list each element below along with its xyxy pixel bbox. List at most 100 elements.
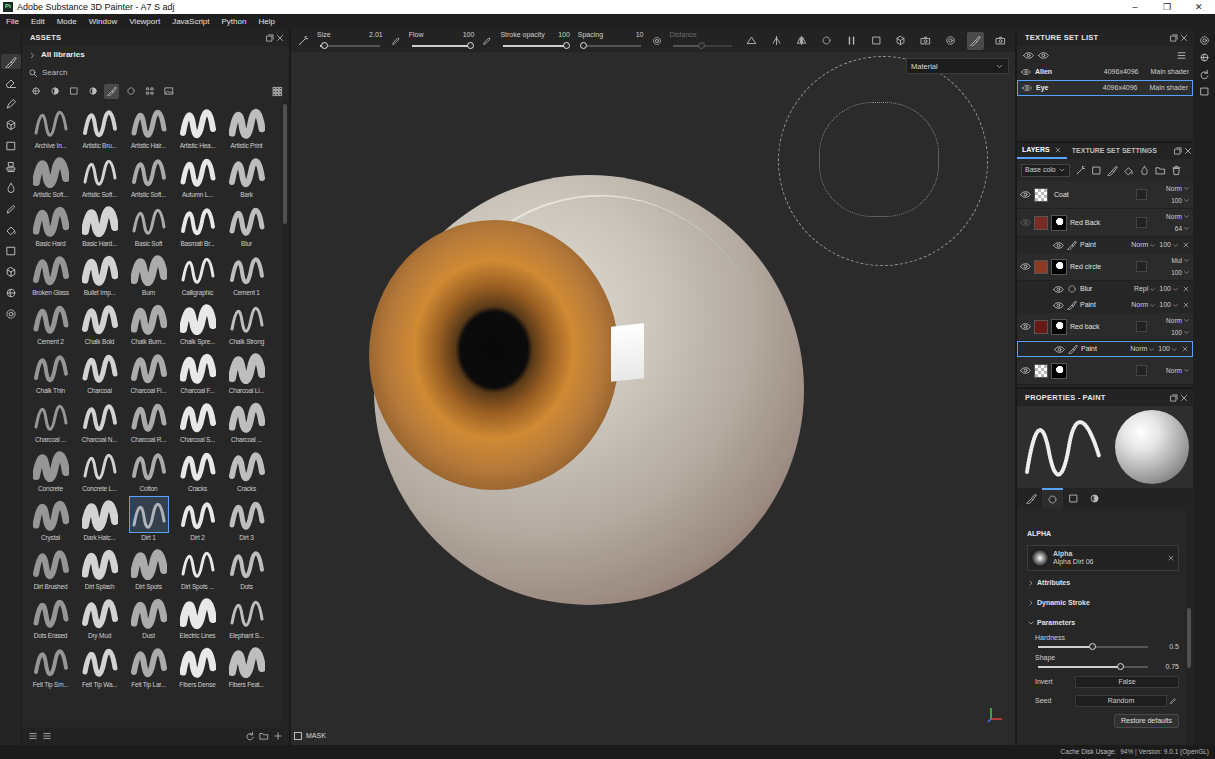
toggle-icon[interactable] (482, 36, 492, 46)
menu-item[interactable]: JavaScript (166, 17, 215, 27)
wand-icon[interactable] (1075, 165, 1086, 176)
tool-button[interactable] (1, 75, 21, 90)
brush-tile[interactable]: Artistic Hair... (124, 103, 173, 152)
remove-icon[interactable] (1167, 554, 1175, 562)
eye-icon[interactable] (1020, 217, 1031, 228)
blend-dropdown[interactable]: Norm (1131, 301, 1156, 309)
brush-tile[interactable]: Crystal (26, 495, 75, 544)
blend-mode[interactable]: Norm (1166, 213, 1182, 221)
layer-row[interactable]: CoatNorm100 (1017, 181, 1193, 209)
parameter-value[interactable]: 0.75 (1157, 663, 1179, 671)
popout-icon[interactable] (1169, 393, 1179, 403)
brush-tile[interactable]: Charcoal F... (173, 348, 222, 397)
opacity-value[interactable]: 100 (1158, 345, 1170, 353)
effect-name[interactable]: Paint (1080, 241, 1128, 249)
collapsible-group[interactable]: Dynamic Stroke (1027, 594, 1179, 611)
brush-tile[interactable]: Chalk Thin (26, 348, 75, 397)
filter-button[interactable] (47, 84, 62, 99)
opacity-value[interactable]: 64 (1175, 225, 1182, 233)
tool-button[interactable] (1, 54, 21, 69)
texture-set-item[interactable]: Eye4096x4096Main shader (1017, 80, 1193, 96)
effect-name[interactable]: Blur (1080, 285, 1131, 293)
menu-item[interactable]: Edit (25, 17, 51, 27)
eye-icon[interactable] (1020, 261, 1031, 272)
grid-view-icon[interactable] (272, 86, 283, 97)
brush-tile[interactable]: Cement 2 (26, 299, 75, 348)
field-box[interactable]: False (1075, 676, 1179, 688)
scroll-thumb[interactable] (1187, 608, 1191, 668)
brush-tile[interactable]: Dry Mud (75, 593, 124, 642)
blend-dropdown[interactable]: Norm (1166, 213, 1190, 221)
close-icon[interactable] (1179, 393, 1189, 403)
toolbar-slider-knob[interactable] (467, 42, 474, 49)
brush-tile[interactable]: Artistic Soft... (75, 152, 124, 201)
group-label[interactable]: Dynamic Stroke (1037, 599, 1090, 607)
popout-icon[interactable] (1173, 143, 1183, 159)
brush-tile[interactable]: Concrete (26, 446, 75, 495)
brush-tile[interactable]: Blur (222, 201, 271, 250)
eye-icon[interactable] (1053, 240, 1064, 251)
minimize-button[interactable]: – (1119, 2, 1151, 13)
blend-dropdown[interactable]: Repl (1134, 285, 1156, 293)
blend-dropdown[interactable]: Norm (1130, 345, 1155, 353)
opacity-dropdown[interactable]: 100 (1171, 329, 1190, 337)
opacity-value[interactable]: 100 (1171, 269, 1182, 277)
blend-dropdown[interactable]: Mul (1172, 257, 1190, 265)
brush-tile[interactable]: Cement 1 (222, 250, 271, 299)
menu-item[interactable]: Viewport (123, 17, 166, 27)
menu-item[interactable]: Help (252, 17, 280, 27)
brush-tile[interactable]: Dots Erased (26, 593, 75, 642)
brush-tile[interactable]: Cracks (173, 446, 222, 495)
brush-tile[interactable]: Artistic Soft... (26, 152, 75, 201)
close-icon[interactable] (1183, 143, 1193, 159)
properties-tab[interactable] (1084, 488, 1105, 508)
brush-tile[interactable]: Basmati Br... (173, 201, 222, 250)
brush-tile[interactable]: Bullet Imp... (75, 250, 124, 299)
effect-row[interactable]: PaintNorm100 (1017, 237, 1193, 253)
tool-button[interactable] (1, 201, 21, 216)
brush-tile[interactable]: Charcoal S... (173, 397, 222, 446)
layer-slot[interactable] (1136, 217, 1147, 228)
layer-row[interactable]: Red BackNorm64 (1017, 209, 1193, 237)
channel-dropdown[interactable]: Base colo (1021, 164, 1070, 176)
texture-set-shader[interactable]: Main shader (1149, 84, 1188, 92)
opacity-value[interactable]: 100 (1159, 285, 1171, 293)
layer-slot[interactable] (1136, 189, 1147, 200)
blend-mode[interactable]: Repl (1134, 285, 1148, 293)
brush-tile[interactable]: Electric Lines (173, 593, 222, 642)
toolbar-slider[interactable] (320, 45, 380, 47)
tool-button[interactable] (1, 138, 21, 153)
filter-button[interactable] (28, 84, 43, 99)
layer-row[interactable]: Red back Norm 100 (1017, 313, 1193, 341)
opacity-dropdown[interactable]: 100 (1171, 269, 1190, 277)
blend-mode[interactable]: Norm (1166, 317, 1182, 325)
toolbar-slider[interactable] (412, 45, 472, 47)
tool-button[interactable] (1, 264, 21, 279)
list-icon[interactable] (28, 731, 38, 741)
layer-name[interactable]: Coat (1054, 191, 1133, 199)
opacity-dropdown[interactable]: 64 (1175, 225, 1190, 233)
eye-icon[interactable] (1020, 365, 1031, 376)
filter-button[interactable] (104, 84, 119, 99)
popout-icon[interactable] (1169, 33, 1179, 43)
eye-icon[interactable] (1020, 189, 1031, 200)
pencil-icon[interactable] (1169, 697, 1177, 705)
brush-tile[interactable]: Charcoal (75, 348, 124, 397)
channel-label[interactable]: Base colo (1025, 166, 1056, 174)
toolbar-toggle[interactable] (992, 32, 1009, 50)
blend-dropdown[interactable]: Norm (1166, 367, 1190, 375)
menu-icon[interactable] (1176, 50, 1187, 61)
slider-value[interactable]: 100 (558, 31, 570, 39)
effect-icon[interactable] (1139, 165, 1150, 176)
brush-tile[interactable]: Charcoal N... (75, 397, 124, 446)
brush-tile[interactable]: Concrete L... (75, 446, 124, 495)
opacity-dropdown[interactable]: 100 (1158, 345, 1178, 353)
library-name[interactable]: All libraries (41, 50, 85, 60)
brush-tile[interactable]: Dirt 2 (173, 495, 222, 544)
layer-name[interactable]: Red back (1070, 323, 1133, 331)
toolbar-toggle[interactable] (743, 32, 760, 50)
layer-slot[interactable] (1136, 261, 1147, 272)
opacity-dropdown[interactable]: 100 (1159, 285, 1179, 293)
toolbar-slider[interactable] (581, 45, 641, 47)
blend-mode[interactable]: Norm (1131, 301, 1148, 309)
